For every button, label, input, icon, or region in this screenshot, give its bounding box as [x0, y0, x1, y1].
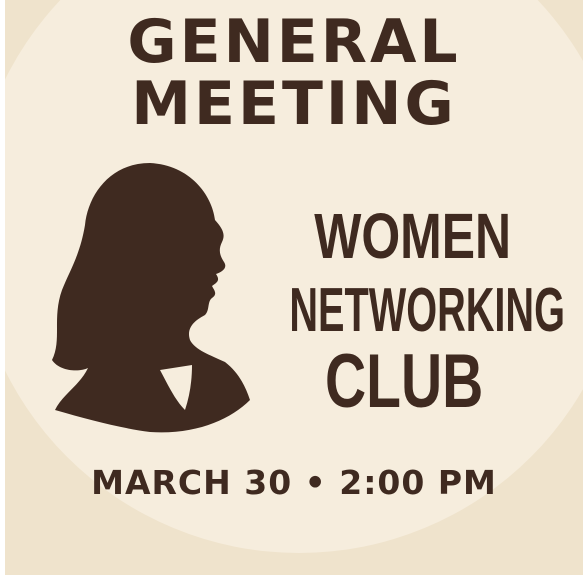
date-time: MARCH 30 • 2:00 PM: [91, 463, 497, 502]
club-name-line-2: NETWORKING: [289, 276, 565, 345]
poster: GENERAL MEETING WOMEN NETWORKING CLUB MA…: [0, 0, 588, 580]
club-name-line-1: WOMEN: [314, 200, 512, 272]
club-name-line-3: CLUB: [325, 339, 484, 424]
